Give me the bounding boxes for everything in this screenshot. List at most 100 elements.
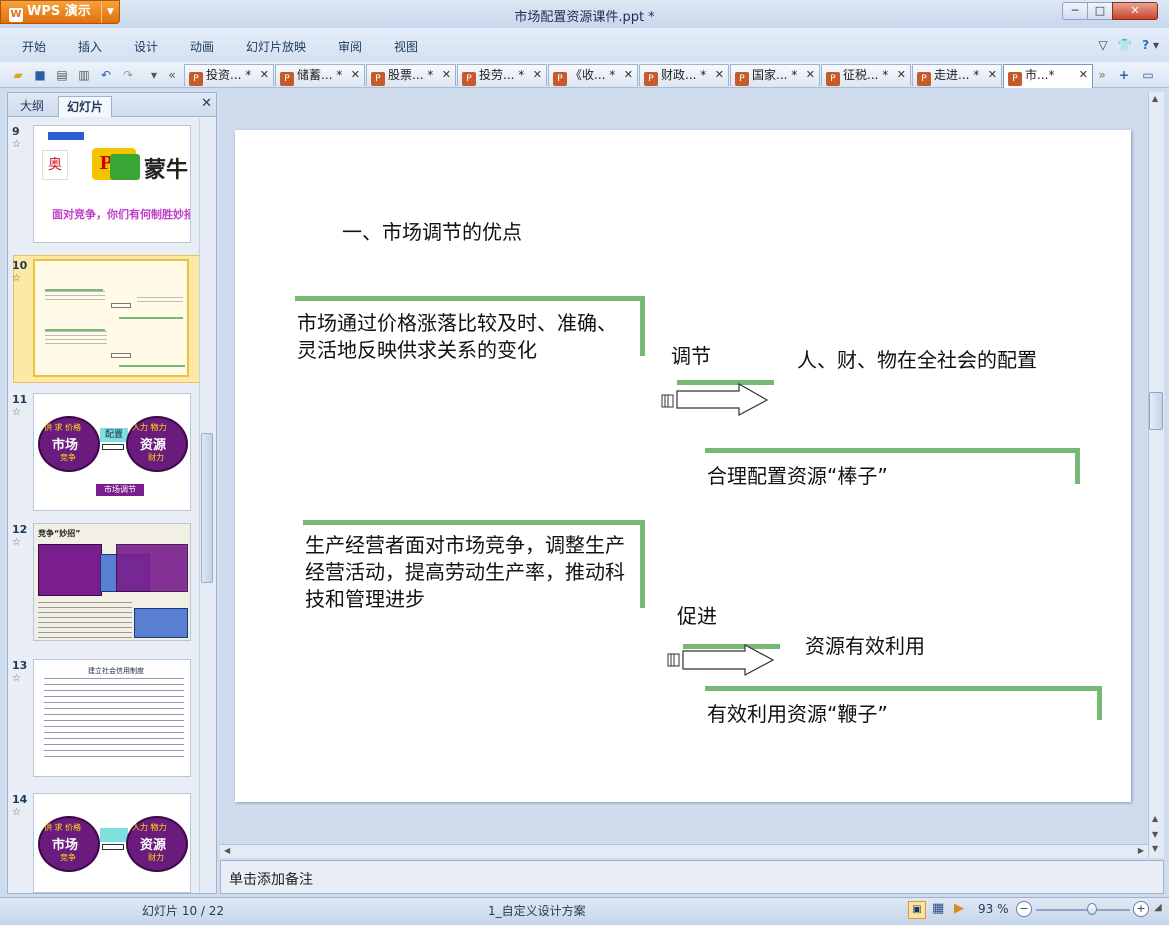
- slide-box-1-text[interactable]: 市场通过价格涨落比较及时、准确、灵活地反映供求关系的变化: [297, 310, 627, 364]
- oval-label: 人力 物力: [132, 823, 167, 832]
- tab-scroll-left-icon[interactable]: «: [164, 67, 180, 83]
- close-tab-icon[interactable]: ✕: [1079, 65, 1088, 85]
- normal-view-icon[interactable]: ▣: [908, 901, 926, 919]
- slide-heading[interactable]: 一、市场调节的优点: [342, 216, 522, 245]
- thumb-number: 11: [12, 393, 28, 406]
- thumbnail-caption: 面对竞争，你们有何制胜妙招？: [52, 208, 191, 221]
- scroll-right-icon[interactable]: ▶: [1138, 846, 1144, 855]
- maximize-button[interactable]: □: [1087, 2, 1113, 20]
- slide-thumbnail-14[interactable]: 供 求 价格 市场 竞争 人力 物力 资源 财力: [33, 793, 191, 893]
- new-tab-plus-icon[interactable]: +: [1116, 67, 1132, 83]
- save-icon[interactable]: ■: [32, 67, 48, 83]
- scroll-up-icon[interactable]: ▲: [1152, 94, 1158, 103]
- thumb-number: 13: [12, 659, 28, 672]
- menu-review[interactable]: 审阅: [338, 38, 362, 55]
- print-icon[interactable]: ▤: [54, 67, 70, 83]
- slide-box-2-text[interactable]: 生产经营者面对市场竞争，调整生产经营活动，提高劳动生产率，推动科技和管理进步: [305, 532, 635, 613]
- slide-thumbnail-10[interactable]: [33, 259, 189, 377]
- doc-tab[interactable]: P 财政... * ✕: [639, 64, 729, 86]
- editor-horizontal-scrollbar[interactable]: ◀ ▶: [220, 844, 1148, 858]
- scroll-down-icon[interactable]: ▼: [1152, 844, 1158, 853]
- mini-arrow: [111, 303, 131, 308]
- doc-tab[interactable]: P 投劳... * ✕: [457, 64, 547, 86]
- close-tab-icon[interactable]: ✕: [260, 65, 269, 85]
- doc-tab[interactable]: P 储蓄... * ✕: [275, 64, 365, 86]
- tab-scroll-right-icon[interactable]: »: [1094, 67, 1110, 83]
- oval-label: 供 求 价格: [44, 423, 82, 432]
- slide-thumbnail-12[interactable]: 竞争“妙招”: [33, 523, 191, 641]
- slide-canvas[interactable]: 一、市场调节的优点 市场通过价格涨落比较及时、准确、灵活地反映供求关系的变化 调…: [235, 130, 1131, 802]
- target-1-text[interactable]: 人、财、物在全社会的配置: [797, 346, 1067, 374]
- target-2-text[interactable]: 资源有效利用: [805, 630, 925, 659]
- menu-animation[interactable]: 动画: [190, 38, 214, 55]
- zoom-out-icon[interactable]: −: [1016, 901, 1032, 917]
- help-dropdown-icon[interactable]: ▾: [1153, 38, 1159, 52]
- tab-slides[interactable]: 幻灯片: [58, 96, 113, 117]
- notes-pane[interactable]: 单击添加备注: [220, 860, 1164, 894]
- menu-insert[interactable]: 插入: [78, 38, 102, 55]
- slide-sorter-icon[interactable]: ▦: [932, 901, 944, 916]
- skin-icon[interactable]: 👕: [1117, 38, 1132, 52]
- next-slide-icon[interactable]: ▼: [1152, 830, 1158, 839]
- result-2-text[interactable]: 有效利用资源“鞭子”: [707, 698, 888, 727]
- panel-scroll-thumb[interactable]: [201, 433, 213, 583]
- doc-tab-active[interactable]: P 市...* ✕: [1003, 64, 1093, 88]
- oval-main: 市场: [52, 438, 79, 453]
- mini-arrow: [102, 844, 124, 850]
- print-preview-icon[interactable]: ▥: [76, 67, 92, 83]
- close-panel-icon[interactable]: ✕: [201, 96, 212, 111]
- scroll-left-icon[interactable]: ◀: [224, 846, 230, 855]
- prev-slide-icon[interactable]: ▲: [1152, 814, 1158, 823]
- doc-tab[interactable]: P 《收... * ✕: [548, 64, 638, 86]
- menu-view[interactable]: 视图: [394, 38, 418, 55]
- doc-tab[interactable]: P 走进... * ✕: [912, 64, 1002, 86]
- doc-tab[interactable]: P 征税... * ✕: [821, 64, 911, 86]
- editor-vertical-scrollbar[interactable]: ▲ ▲ ▼ ▼: [1148, 92, 1164, 858]
- menu-slideshow[interactable]: 幻灯片放映: [246, 38, 306, 55]
- doc-tab-label: 国家... *: [752, 68, 798, 82]
- mini-text-lines: [45, 291, 105, 301]
- help-icon[interactable]: ?: [1142, 38, 1149, 52]
- close-tab-icon[interactable]: ✕: [442, 65, 451, 85]
- result-1-text[interactable]: 合理配置资源“棒子”: [707, 460, 888, 489]
- close-tab-icon[interactable]: ✕: [351, 65, 360, 85]
- menu-design[interactable]: 设计: [134, 38, 158, 55]
- editor-scroll-thumb[interactable]: [1149, 392, 1163, 430]
- green-logo-shape: [110, 154, 140, 180]
- slide-thumbnail-9[interactable]: 奥 PK 蒙牛 面对竞争，你们有何制胜妙招？: [33, 125, 191, 243]
- menu-home[interactable]: 开始: [22, 38, 46, 55]
- zoom-in-icon[interactable]: +: [1133, 901, 1149, 917]
- chevron-down-icon[interactable]: ▽: [1098, 38, 1107, 52]
- close-window-button[interactable]: ✕: [1112, 2, 1158, 20]
- oval-label: 供 求 价格: [44, 823, 82, 832]
- oval-main: 资源: [140, 838, 167, 853]
- close-tab-icon[interactable]: ✕: [988, 65, 997, 85]
- redo-icon[interactable]: ↷: [120, 67, 136, 83]
- minimize-button[interactable]: ─: [1062, 2, 1088, 20]
- close-tab-icon[interactable]: ✕: [624, 65, 633, 85]
- tab-outline[interactable]: 大纲: [12, 96, 52, 117]
- slide-thumbnail-11[interactable]: 供 求 价格 市场 竞争 配置 人力 物力 资源 财力 市场调节: [33, 393, 191, 511]
- close-tab-icon[interactable]: ✕: [897, 65, 906, 85]
- close-tab-icon[interactable]: ✕: [533, 65, 542, 85]
- zoom-slider-track[interactable]: [1036, 909, 1130, 911]
- olympic-logo-icon: 奥: [42, 150, 68, 180]
- close-tab-icon[interactable]: ✕: [806, 65, 815, 85]
- doc-tab[interactable]: P 投资... * ✕: [184, 64, 274, 86]
- quick-toolbar: ▰ ■ ▤ ▥ ↶ ↷ ▾ « P 投资... * ✕ P 储蓄... * ✕ P 股票.…: [0, 62, 1169, 88]
- folder-open-icon[interactable]: ▰: [10, 67, 26, 83]
- doc-tab[interactable]: P 股票... * ✕: [366, 64, 456, 86]
- doc-tab[interactable]: P 国家... * ✕: [730, 64, 820, 86]
- doc-tab-label: 储蓄... *: [297, 68, 343, 82]
- close-tab-icon[interactable]: ✕: [715, 65, 724, 85]
- toolbar-dropdown-icon[interactable]: ▾: [146, 67, 162, 83]
- ppt-file-icon: P: [644, 72, 658, 86]
- slide-thumbnail-13[interactable]: 建立社会信用制度: [33, 659, 191, 777]
- tab-list-icon[interactable]: ▭: [1140, 67, 1156, 83]
- block-arrow-1: [661, 380, 774, 416]
- fit-window-icon[interactable]: ◢: [1154, 902, 1162, 913]
- slideshow-view-icon[interactable]: ▶: [954, 901, 964, 916]
- undo-icon[interactable]: ↶: [98, 67, 114, 83]
- doc-tab-label: 投资... *: [206, 68, 252, 82]
- zoom-slider-knob[interactable]: [1087, 903, 1098, 915]
